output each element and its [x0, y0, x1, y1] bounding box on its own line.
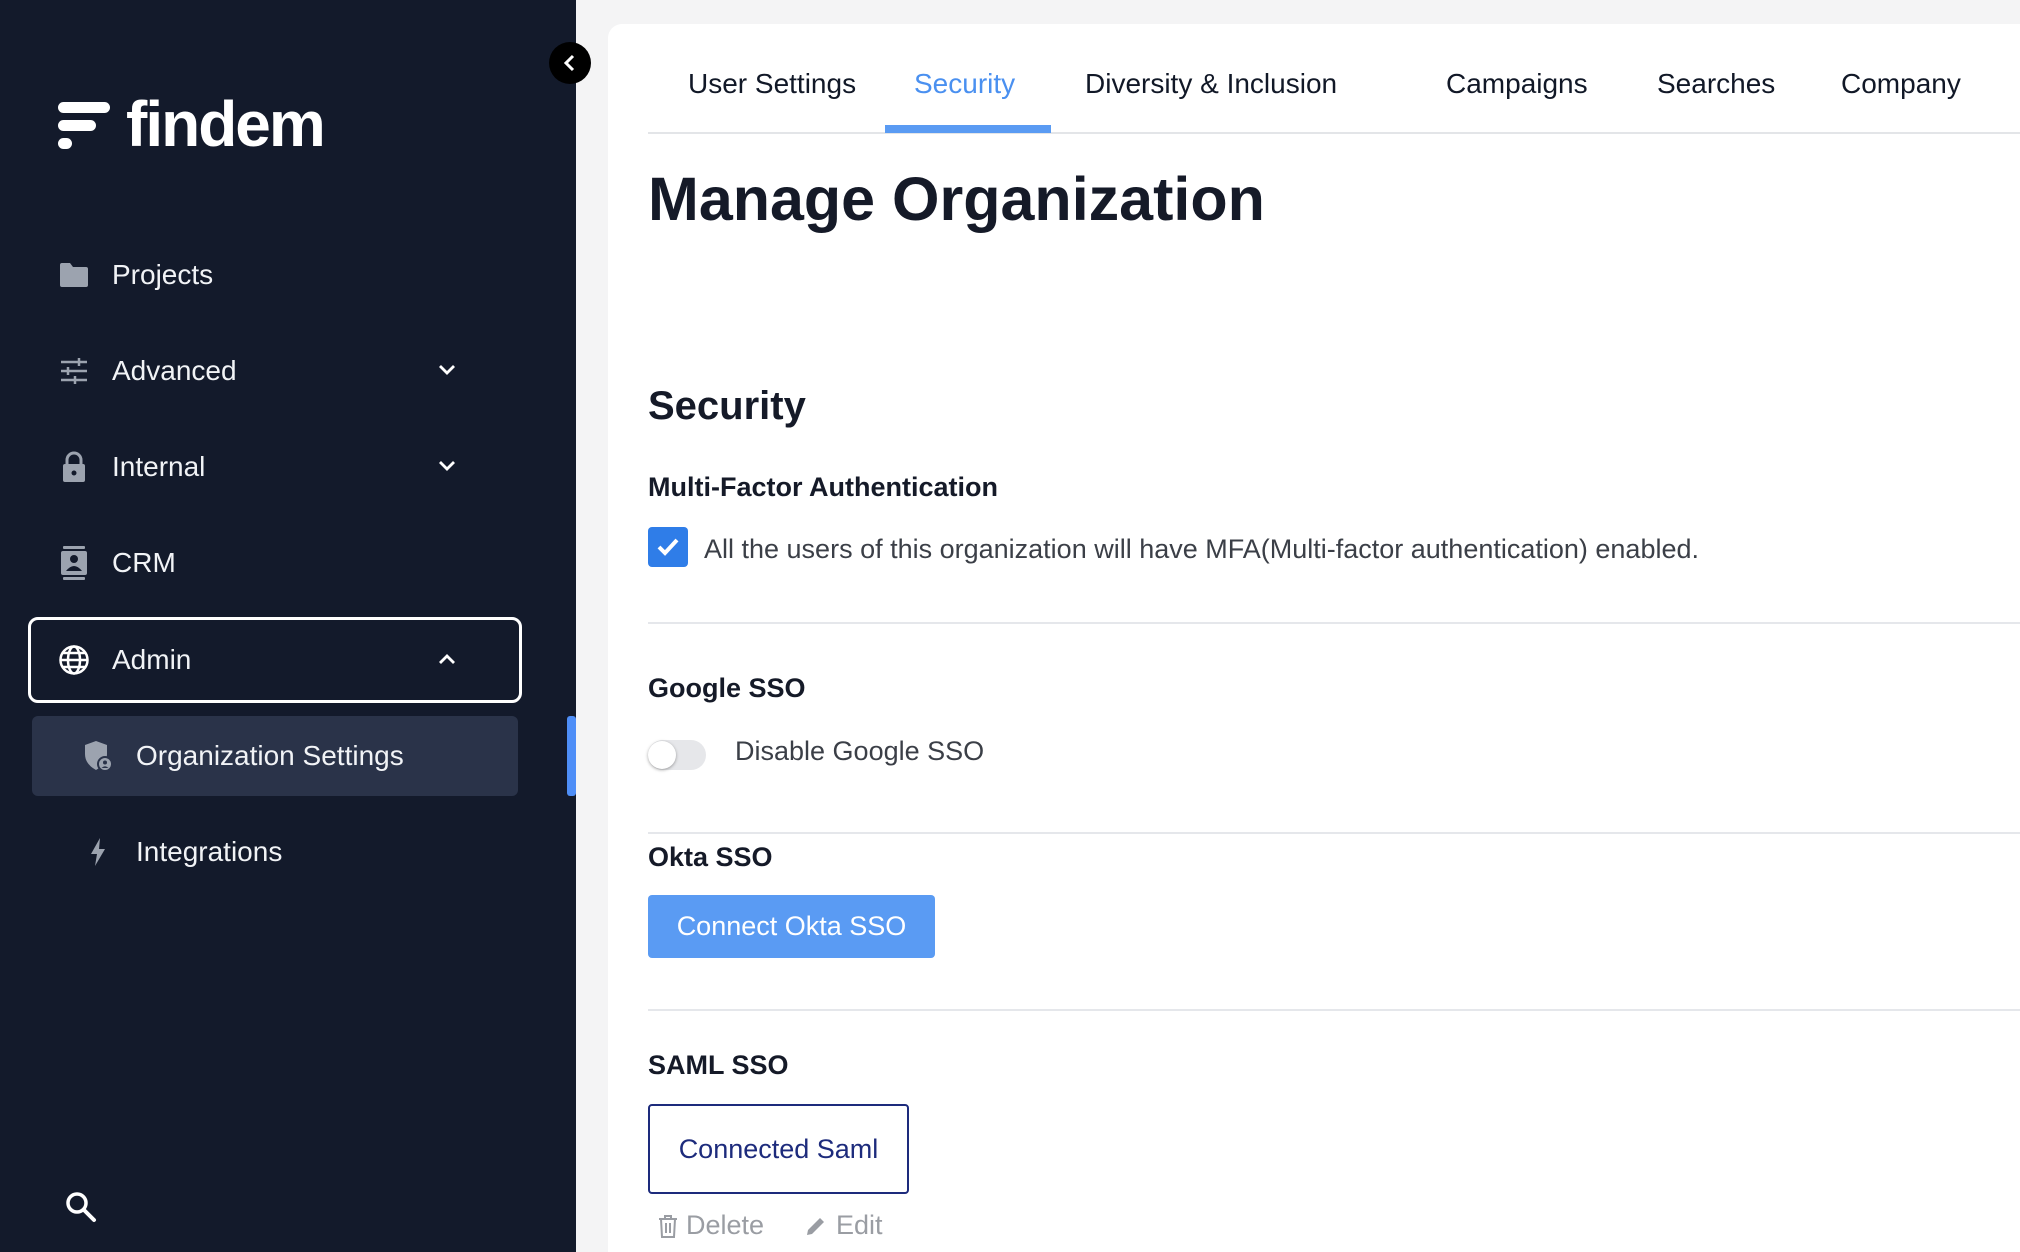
tab-diversity-inclusion[interactable]: Diversity & Inclusion: [1085, 68, 1337, 100]
search-icon[interactable]: [64, 1190, 98, 1224]
edit-saml-button[interactable]: Edit: [804, 1210, 883, 1241]
lock-icon: [58, 451, 90, 483]
main-panel: User Settings Security Diversity & Inclu…: [608, 24, 2020, 1252]
sidebar-subitem-label: Integrations: [136, 836, 283, 867]
bolt-icon: [82, 836, 114, 868]
google-sso-toggle[interactable]: [648, 740, 706, 770]
sidebar-subitem-organization-settings[interactable]: Organization Settings: [82, 726, 522, 786]
chevron-left-icon: [563, 54, 575, 72]
google-sso-toggle-label: Disable Google SSO: [735, 736, 985, 766]
mfa-description: All the users of this organization will …: [704, 534, 1699, 564]
sidebar-item-label: Admin: [112, 644, 192, 675]
active-indicator: [567, 716, 576, 796]
saml-sso-label: SAML SSO: [648, 1050, 789, 1080]
tab-company[interactable]: Company: [1841, 68, 1961, 100]
connect-okta-sso-button[interactable]: Connect Okta SSO: [648, 895, 935, 958]
tab-security[interactable]: Security: [914, 68, 1015, 100]
sidebar-item-label: Advanced: [112, 355, 237, 386]
sidebar-item-admin[interactable]: Admin: [58, 630, 498, 690]
saml-connection-status[interactable]: Connected Saml: [648, 1104, 909, 1194]
chevron-down-icon[interactable]: [436, 455, 458, 477]
contact-card-icon: [58, 546, 90, 580]
sidebar-subitem-label: Organization Settings: [136, 740, 404, 771]
shield-icon: [82, 740, 114, 772]
pencil-icon: [807, 1217, 824, 1235]
trash-icon: [659, 1214, 677, 1238]
findem-logo[interactable]: findem: [58, 88, 326, 160]
toggle-knob: [648, 741, 676, 769]
sidebar-item-crm[interactable]: CRM: [58, 533, 498, 593]
page-title: Manage Organization: [648, 165, 1265, 233]
mfa-label: Multi-Factor Authentication: [648, 472, 998, 502]
sidebar-item-internal[interactable]: Internal: [58, 437, 498, 497]
folder-icon: [58, 259, 90, 291]
edit-label: Edit: [836, 1210, 883, 1240]
sidebar-item-advanced[interactable]: Advanced: [58, 341, 498, 401]
delete-saml-button[interactable]: Delete: [658, 1210, 764, 1241]
sliders-icon: [58, 355, 90, 387]
tab-user-settings[interactable]: User Settings: [688, 68, 856, 100]
collapse-sidebar-button[interactable]: [549, 42, 591, 84]
logo-mark-icon: [58, 96, 110, 152]
chevron-up-icon[interactable]: [436, 648, 458, 670]
sidebar-item-label: Projects: [112, 259, 214, 290]
active-tab-indicator: [885, 125, 1051, 133]
sidebar-subitem-integrations[interactable]: Integrations: [82, 822, 522, 882]
sidebar-item-projects[interactable]: Projects: [58, 245, 498, 305]
globe-icon: [58, 644, 90, 676]
divider: [648, 622, 2020, 624]
chevron-down-icon[interactable]: [436, 359, 458, 381]
section-title-security: Security: [648, 384, 806, 428]
logo-text: findem: [126, 88, 326, 160]
divider: [648, 832, 2020, 834]
sidebar-item-label: CRM: [112, 547, 176, 578]
sidebar: findem Projects Advanced Internal CRM Ad…: [0, 0, 576, 1252]
mfa-checkbox[interactable]: [648, 527, 688, 567]
settings-tabs: User Settings Security Diversity & Inclu…: [648, 24, 2020, 134]
sidebar-item-label: Internal: [112, 451, 206, 482]
checkmark-icon: [657, 538, 679, 556]
delete-label: Delete: [686, 1210, 765, 1240]
okta-sso-label: Okta SSO: [648, 842, 773, 872]
divider: [648, 1009, 2020, 1011]
tab-searches[interactable]: Searches: [1657, 68, 1775, 100]
tab-campaigns[interactable]: Campaigns: [1446, 68, 1588, 100]
google-sso-label: Google SSO: [648, 673, 806, 703]
